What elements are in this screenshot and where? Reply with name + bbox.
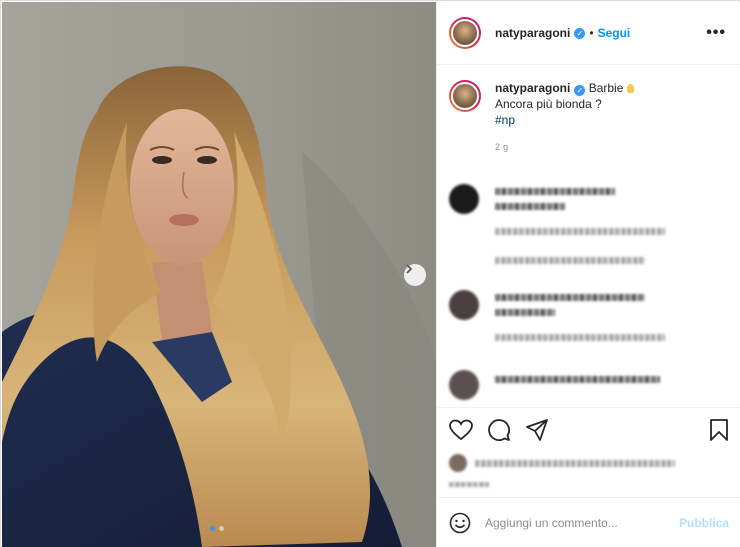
verified-icon: ✓ — [574, 85, 586, 96]
comment-button[interactable] — [487, 418, 511, 442]
save-button[interactable] — [709, 418, 729, 442]
next-photo-button[interactable] — [404, 264, 426, 286]
comment-text-obscured — [495, 376, 660, 383]
carousel-dot — [219, 526, 224, 531]
likes-summary[interactable] — [449, 454, 729, 472]
comment-text-obscured — [495, 188, 615, 195]
chevron-right-icon — [406, 264, 413, 274]
comment-row — [449, 290, 665, 341]
carousel-indicator — [210, 526, 224, 531]
verified-icon: ✓ — [574, 27, 586, 39]
post-dialog: natyparagoni ✓ • Segui ••• natyparagoni ✓… — [0, 0, 740, 547]
caption-title: Barbie — [588, 81, 624, 95]
post-header: natyparagoni ✓ • Segui ••• — [437, 2, 740, 65]
like-button[interactable] — [449, 419, 473, 441]
caption-username[interactable]: natyparagoni — [495, 81, 570, 95]
caption-line: Ancora più bionda ? — [495, 97, 602, 111]
more-icon[interactable]: ••• — [706, 24, 726, 42]
comment-text-obscured — [495, 203, 565, 210]
comment-meta-obscured — [495, 334, 665, 341]
username-link[interactable]: natyparagoni — [495, 26, 570, 40]
share-icon — [526, 419, 548, 441]
commenter-avatar[interactable] — [449, 184, 479, 214]
heart-icon — [449, 419, 473, 441]
follow-button[interactable]: Segui — [598, 26, 631, 40]
comment-input[interactable] — [485, 515, 679, 530]
post-date-obscured — [449, 482, 489, 487]
comment-row — [449, 370, 660, 400]
separator-dot: • — [589, 26, 594, 40]
commenter-avatar[interactable] — [449, 370, 479, 400]
comment-text-obscured — [495, 309, 555, 316]
view-replies-obscured[interactable] — [495, 257, 645, 264]
publish-button[interactable]: Pubblica — [679, 516, 729, 530]
avatar[interactable] — [449, 17, 481, 49]
comment-meta-obscured — [495, 228, 665, 235]
carousel-dot-active — [210, 526, 215, 531]
bookmark-icon — [710, 419, 728, 441]
post-caption: natyparagoni ✓ Barbie Ancora più bionda ?… — [449, 80, 729, 128]
comment-composer: Pubblica — [437, 497, 740, 547]
commenter-avatar[interactable] — [449, 290, 479, 320]
comment-row — [449, 184, 665, 264]
comment-text-obscured — [495, 294, 645, 301]
caption-text: natyparagoni ✓ Barbie Ancora più bionda ?… — [495, 80, 635, 128]
emoji-button[interactable] — [449, 512, 471, 534]
share-button[interactable] — [525, 418, 549, 442]
comment-icon — [488, 419, 510, 441]
post-actions — [437, 407, 740, 497]
hashtag-link[interactable]: #np — [495, 112, 634, 128]
post-photo — [2, 2, 436, 547]
comments-list[interactable]: natyparagoni ✓ Barbie Ancora più bionda ?… — [437, 66, 740, 406]
emoji-icon — [449, 512, 471, 533]
likes-text-obscured — [475, 459, 675, 467]
liker-avatar — [449, 454, 467, 472]
portrait-image — [2, 2, 436, 547]
post-sidebar: natyparagoni ✓ • Segui ••• natyparagoni ✓… — [436, 2, 740, 547]
caption-timestamp: 2 g — [495, 142, 509, 152]
lightbulb-icon — [627, 84, 635, 93]
avatar[interactable] — [449, 80, 481, 112]
